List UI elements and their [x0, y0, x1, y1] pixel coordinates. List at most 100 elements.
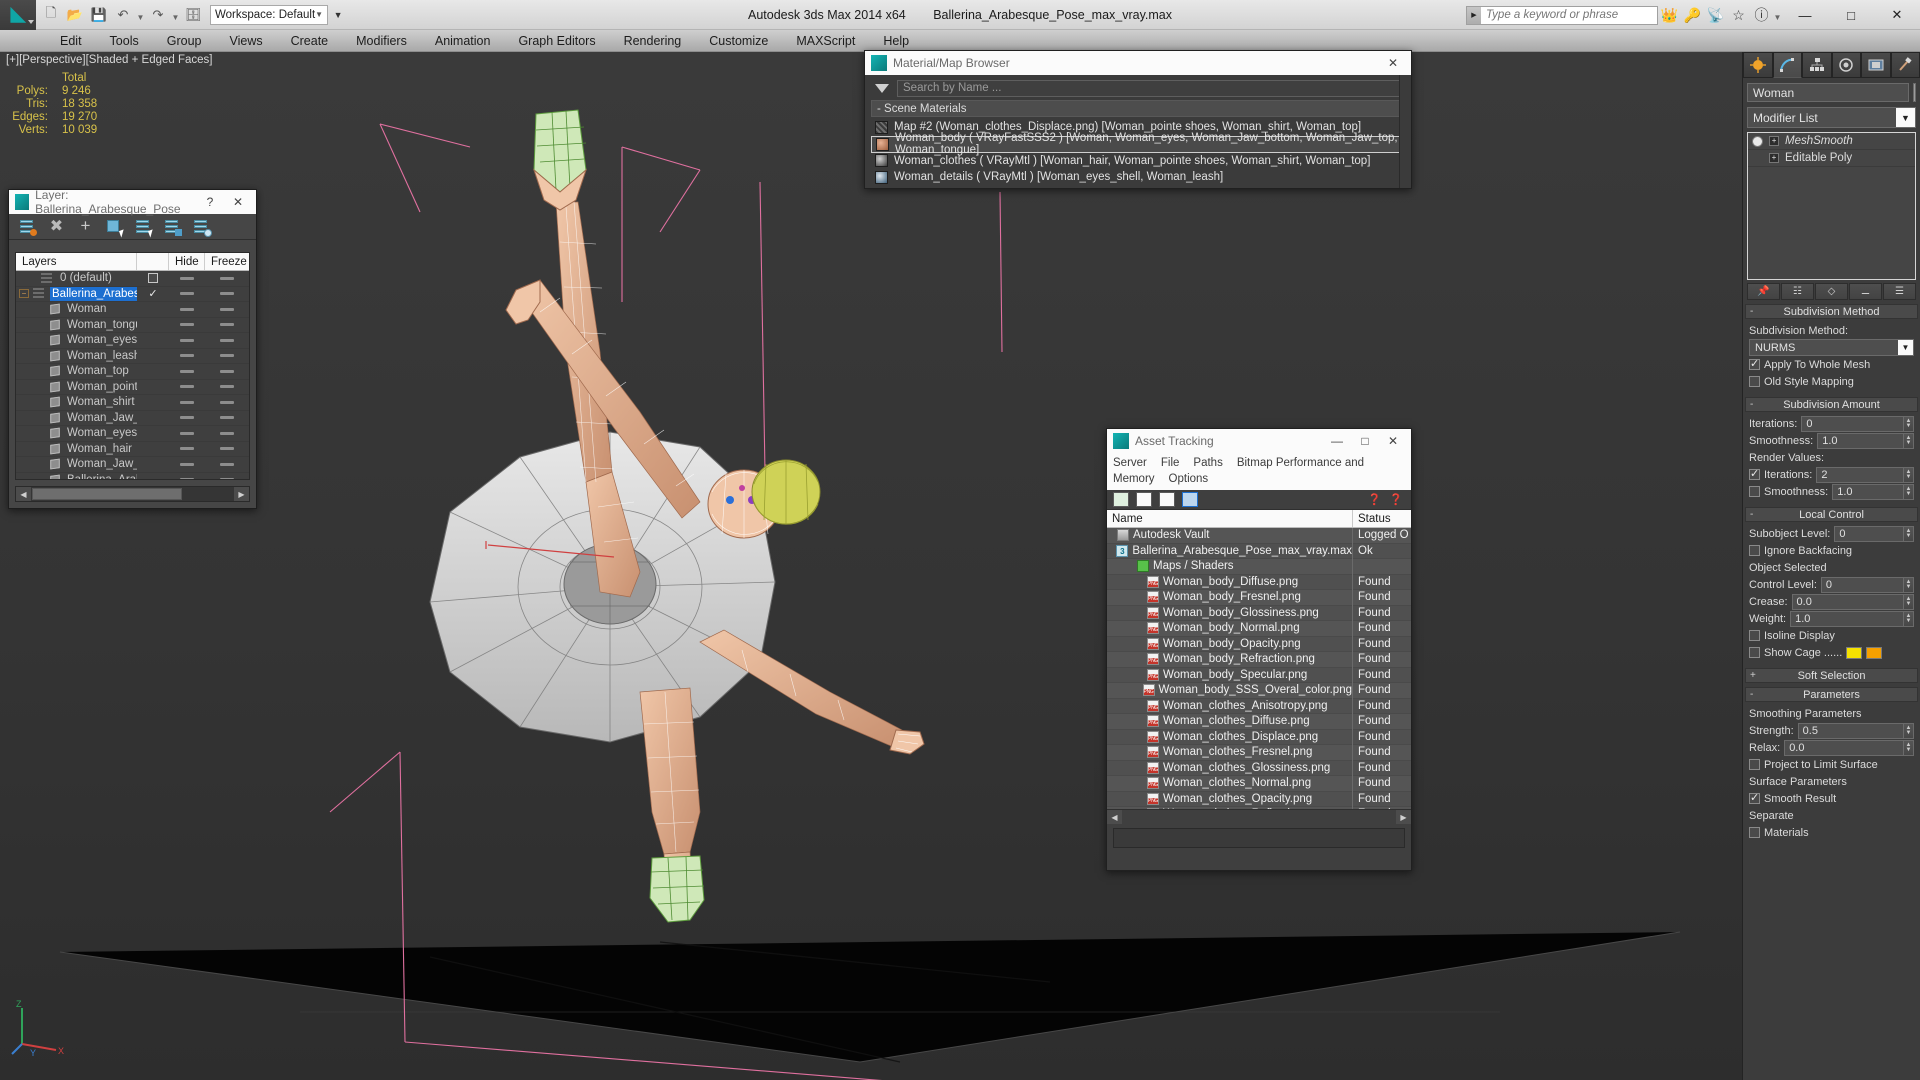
- asset-name-cell[interactable]: Woman_body_Refraction.png: [1107, 651, 1353, 667]
- material-row[interactable]: Woman_details ( VRayMtl ) [Woman_eyes_sh…: [871, 169, 1405, 186]
- asset-row[interactable]: Woman_clothes_Diffuse.png Found: [1107, 713, 1411, 730]
- asset-row[interactable]: Woman_clothes_Displace.png Found: [1107, 729, 1411, 745]
- layer-row[interactable]: Woman_tongue: [16, 318, 249, 333]
- menu-item-animation[interactable]: Animation: [421, 30, 505, 52]
- layer-hide-cell[interactable]: [169, 400, 205, 404]
- layer-hide-cell[interactable]: [169, 338, 205, 342]
- layer-freeze-cell[interactable]: [205, 385, 249, 389]
- material-row[interactable]: Woman_body ( VRayFastSSS2 ) [Woman, Woma…: [871, 132, 1405, 156]
- hide-toggle-icon[interactable]: [180, 462, 194, 466]
- layer-current-cell[interactable]: ✓: [137, 288, 169, 299]
- menu-item-views[interactable]: Views: [215, 30, 276, 52]
- hierarchy-tab[interactable]: [1802, 52, 1832, 78]
- layer-close-button[interactable]: ✕: [224, 191, 252, 213]
- asset-row[interactable]: Woman_body_Specular.png Found: [1107, 667, 1411, 683]
- layer-freeze-cell[interactable]: [205, 369, 249, 373]
- modify-tab[interactable]: [1772, 52, 1802, 78]
- remove-modifier-icon[interactable]: ⚊: [1849, 283, 1882, 300]
- asset-name-cell[interactable]: Woman_clothes_Fresnel.png: [1107, 744, 1353, 760]
- layer-hide-cell[interactable]: [169, 369, 205, 373]
- asset-menu-bitmap-performance-and-memory[interactable]: Bitmap Performance and Memory: [1113, 457, 1364, 485]
- show-end-result-icon[interactable]: ☷: [1781, 283, 1814, 300]
- layer-row[interactable]: Woman_pointe shoes: [16, 380, 249, 395]
- collapse-toggle-icon[interactable]: −: [19, 289, 29, 299]
- asset-horizontal-scrollbar[interactable]: ◀ ▶: [1107, 809, 1411, 824]
- layer-row[interactable]: Woman_eyes_shell: [16, 426, 249, 442]
- add-selection-to-layer-icon[interactable]: [164, 218, 182, 236]
- layer-hide-cell[interactable]: [169, 478, 205, 479]
- rollout-header[interactable]: - Subdivision Method: [1745, 304, 1918, 319]
- layer-rows-container[interactable]: 0 (default) − Ballerina_Arabesque_Pose ✓ Wom…: [16, 271, 249, 479]
- scroll-left-icon[interactable]: ◀: [1107, 810, 1122, 824]
- freeze-toggle-icon[interactable]: [220, 416, 234, 420]
- menu-item-graph-editors[interactable]: Graph Editors: [504, 30, 609, 52]
- help-dropdown-icon[interactable]: ▼: [1773, 4, 1782, 26]
- rollout-header[interactable]: - Subdivision Amount: [1745, 397, 1918, 412]
- spinner-control[interactable]: 0 ▲ ▼: [1820, 576, 1914, 593]
- layer-freeze-cell[interactable]: [205, 338, 249, 342]
- workspace-selector[interactable]: Workspace: Default ▼: [210, 4, 329, 25]
- rollout-header[interactable]: + Soft Selection: [1745, 668, 1918, 683]
- asset-tracking-window[interactable]: Asset Tracking — □ ✕ Server File Paths Bitm…: [1106, 428, 1412, 871]
- layer-column-hide[interactable]: Hide: [169, 253, 205, 270]
- hide-toggle-icon[interactable]: [180, 338, 194, 342]
- scroll-left-icon[interactable]: ◀: [16, 487, 31, 501]
- asset-name-cell[interactable]: 3 Ballerina_Arabesque_Pose_max_vray.max: [1107, 543, 1353, 559]
- asset-row[interactable]: Woman_clothes_Glossiness.png Found: [1107, 760, 1411, 776]
- cage-color-swatch-1[interactable]: [1846, 646, 1863, 659]
- layer-row[interactable]: − Ballerina_Arabesque_Pose ✓: [16, 286, 249, 302]
- layer-name[interactable]: Woman_eyes: [65, 333, 137, 347]
- minimize-button[interactable]: —: [1782, 0, 1828, 30]
- maximize-button[interactable]: □: [1828, 0, 1874, 30]
- layer-row[interactable]: Woman_shirt: [16, 395, 249, 411]
- asset-row[interactable]: Woman_clothes_Opacity.png Found: [1107, 791, 1411, 807]
- perspective-viewport[interactable]: [+][Perspective][Shaded + Edged Faces] T…: [0, 52, 1742, 1080]
- refresh-icon[interactable]: [1113, 492, 1129, 507]
- asset-name-cell[interactable]: Woman_body_SSS_Overal_color.png: [1107, 682, 1353, 698]
- layer-freeze-cell[interactable]: [205, 431, 249, 435]
- layer-freeze-cell[interactable]: [205, 478, 249, 479]
- freeze-toggle-icon[interactable]: [220, 354, 234, 358]
- layer-name[interactable]: Ballerina_Arabesque_Pose: [65, 473, 137, 479]
- layer-row[interactable]: Woman: [16, 302, 249, 318]
- rollout-header[interactable]: - Parameters: [1745, 687, 1918, 702]
- asset-name-cell[interactable]: Woman_clothes_Displace.png: [1107, 729, 1353, 745]
- layer-name[interactable]: Woman_Jaw_top: [65, 457, 137, 471]
- set-current-layer-icon[interactable]: [193, 218, 212, 237]
- rollout-toggle-icon[interactable]: -: [1750, 509, 1753, 520]
- expand-modifier-icon[interactable]: +: [1769, 153, 1779, 163]
- asset-row[interactable]: Woman_body_Diffuse.png Found: [1107, 574, 1411, 590]
- asset-row[interactable]: Woman_body_Normal.png Found: [1107, 620, 1411, 637]
- spinner-enable-checkbox[interactable]: [1749, 486, 1760, 497]
- layer-freeze-cell[interactable]: [205, 400, 249, 404]
- layer-row[interactable]: Woman_eyes: [16, 333, 249, 349]
- scroll-thumb[interactable]: [32, 488, 182, 500]
- material-browser-titlebar[interactable]: Material/Map Browser ✕: [865, 51, 1411, 75]
- hide-toggle-icon[interactable]: [180, 292, 194, 296]
- layer-manager-window[interactable]: Layer: Ballerina_Arabesque_Pose ? ✕ ✖ + …: [8, 188, 257, 509]
- undo-icon[interactable]: ↶: [112, 4, 134, 26]
- help-add-icon[interactable]: ❓: [1368, 493, 1382, 506]
- freeze-toggle-icon[interactable]: [220, 338, 234, 342]
- freeze-toggle-icon[interactable]: [220, 307, 234, 311]
- modifier-enable-icon[interactable]: [1752, 135, 1763, 147]
- detail-view-icon[interactable]: [1159, 492, 1175, 507]
- binoculars-icon[interactable]: 👑: [1658, 0, 1681, 30]
- hide-toggle-icon[interactable]: [180, 276, 194, 280]
- freeze-toggle-icon[interactable]: [220, 400, 234, 404]
- layer-row[interactable]: Woman_Jaw_bottom: [16, 411, 249, 426]
- layer-freeze-cell[interactable]: [205, 292, 249, 296]
- menu-item-customize[interactable]: Customize: [695, 30, 782, 52]
- spinner-enable-checkbox[interactable]: [1749, 467, 1760, 480]
- rollout-header[interactable]: - Local Control: [1745, 507, 1918, 522]
- search-dropdown-icon[interactable]: ▶: [1467, 6, 1481, 24]
- asset-row[interactable]: Woman_clothes_Fresnel.png Found: [1107, 744, 1411, 761]
- layer-name[interactable]: Woman_eyes_shell: [65, 426, 137, 440]
- spinner-control[interactable]: 1.0 ▲ ▼: [1832, 483, 1914, 500]
- checkbox-control[interactable]: [1749, 545, 1760, 556]
- star-icon[interactable]: ☆: [1727, 0, 1750, 30]
- layer-name[interactable]: Woman_hair: [65, 442, 137, 456]
- layer-hide-cell[interactable]: [169, 385, 205, 389]
- hide-toggle-icon[interactable]: [180, 354, 194, 358]
- asset-row[interactable]: Woman_body_Glossiness.png Found: [1107, 605, 1411, 621]
